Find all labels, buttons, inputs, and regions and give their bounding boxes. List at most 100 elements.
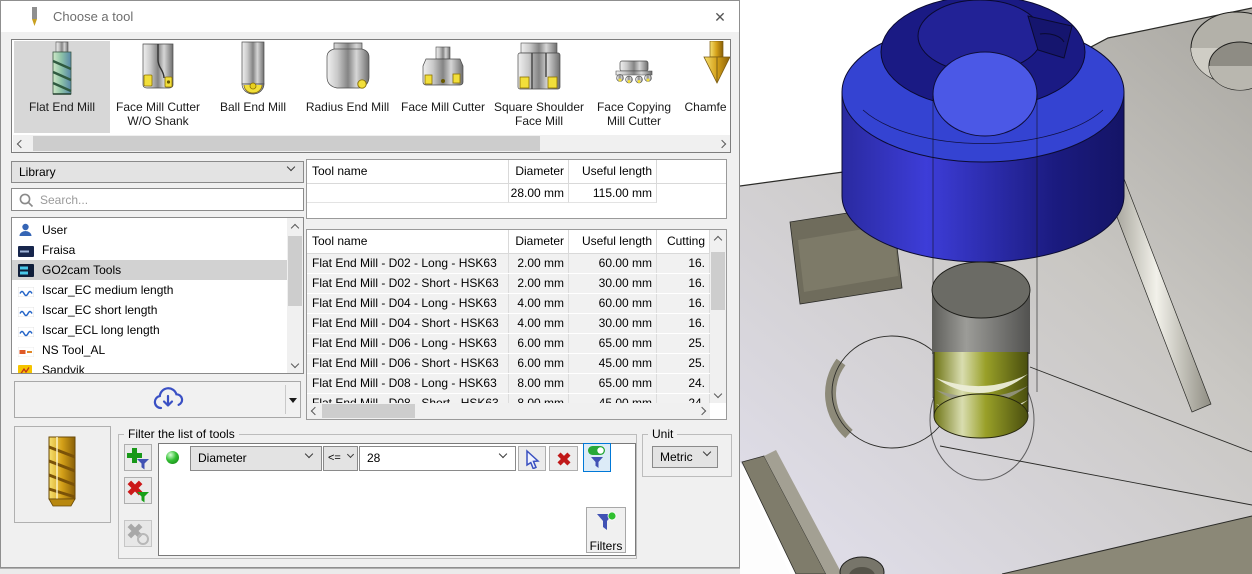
filters-button[interactable]: Filters (586, 507, 626, 553)
add-filter-button[interactable] (124, 444, 152, 471)
tools-table-rows: Flat End Mill - D02 - Long - HSK63 2.00 … (307, 254, 710, 403)
window-edge (0, 568, 740, 574)
selected-tool-useful-length: 115.00 mm (569, 184, 657, 203)
vscroll-thumb[interactable] (711, 252, 725, 310)
tool-type-ball-end-mill[interactable]: Ball End Mill (206, 41, 300, 133)
cell-cutting: 16. (657, 274, 710, 293)
tool-type-flat-end-mill[interactable]: Flat End Mill (14, 41, 110, 133)
tool-preview (14, 426, 111, 523)
delete-filter-row-button[interactable] (549, 446, 578, 471)
library-item-ns-tool-al[interactable]: NS Tool_AL (12, 340, 287, 360)
filter-group: Filter the list of tools Diameter <= 28 … (118, 427, 637, 559)
search-icon (19, 193, 34, 208)
scroll-up-icon[interactable] (287, 218, 303, 234)
cell-diameter: 6.00 mm (509, 334, 569, 353)
cursor-select-icon (525, 448, 540, 469)
library-item-iscar-ec-short[interactable]: Iscar_EC short length (12, 300, 287, 320)
filter-value-combo[interactable]: 28 (359, 446, 516, 471)
tool-type-strip: Flat End Mill Face Mill Cutter W/O Shank (11, 39, 731, 153)
dialog-titlebar[interactable]: Choose a tool ✕ (1, 1, 739, 32)
table-row[interactable]: Flat End Mill - D06 - Short - HSK63 6.00… (307, 354, 710, 373)
cell-useful-length: 65.00 mm (569, 374, 657, 393)
cell-tool-name: Flat End Mill - D08 - Long - HSK63 (307, 374, 509, 393)
scroll-left-icon[interactable] (307, 403, 323, 419)
tool-strip-hscrollbar[interactable] (13, 135, 730, 152)
table-row[interactable]: Flat End Mill - D08 - Long - HSK63 8.00 … (307, 374, 710, 393)
tool-type-face-mill-wo-shank[interactable]: Face Mill Cutter W/O Shank (110, 41, 206, 133)
tool-type-face-copying-mill-cutter[interactable]: Face Copying Mill Cutter (587, 41, 681, 133)
filter-field-select[interactable]: Diameter (190, 446, 322, 471)
tool-type-label: Radius End Mill (305, 100, 390, 114)
scroll-left-icon[interactable] (13, 135, 29, 152)
clear-filter-button-disabled[interactable] (124, 520, 152, 547)
search-box (11, 188, 304, 211)
tool-app-icon (32, 7, 37, 26)
column-header[interactable]: Cutting (657, 230, 710, 253)
hscroll-thumb[interactable] (322, 404, 415, 418)
download-menu-arrow-icon[interactable] (289, 398, 297, 403)
cell-diameter: 8.00 mm (509, 394, 569, 403)
table-row[interactable]: Flat End Mill - D06 - Long - HSK63 6.00 … (307, 334, 710, 353)
filter-active-dot (166, 451, 179, 464)
scroll-down-icon[interactable] (287, 357, 303, 373)
cell-tool-name: Flat End Mill - D06 - Short - HSK63 (307, 354, 509, 373)
scroll-right-icon[interactable] (714, 135, 730, 152)
cell-diameter: 2.00 mm (509, 254, 569, 273)
table-row[interactable]: Flat End Mill - D08 - Short - HSK63 8.00… (307, 394, 710, 403)
tool-type-label: Face Copying Mill Cutter (596, 100, 672, 128)
library-vscrollbar[interactable] (287, 218, 303, 373)
scroll-up-icon[interactable] (710, 230, 726, 246)
filter-operator-select[interactable]: <= (323, 446, 358, 471)
filter-list: Diameter <= 28 (158, 443, 636, 556)
chevron-down-icon (498, 449, 508, 459)
library-item-user[interactable]: User (12, 220, 287, 240)
gold-end-mill-preview-icon (48, 436, 76, 507)
tool-type-face-mill-cutter[interactable]: Face Mill Cutter (395, 41, 491, 133)
add-filter-icon (127, 447, 149, 469)
selected-tool-name (307, 184, 509, 203)
cell-tool-name: Flat End Mill - D08 - Short - HSK63 (307, 394, 509, 403)
library-item-iscar-ecl-long[interactable]: Iscar_ECL long length (12, 320, 287, 340)
cell-useful-length: 60.00 mm (569, 294, 657, 313)
divider (285, 385, 286, 414)
selected-tool-row[interactable]: 28.00 mm 115.00 mm (307, 184, 726, 203)
cell-tool-name: Flat End Mill - D02 - Short - HSK63 (307, 274, 509, 293)
library-item-iscar-ec-medium[interactable]: Iscar_EC medium length (12, 280, 287, 300)
tool-type-chamfer-mill[interactable]: Chamfe (681, 41, 730, 133)
tool-type-radius-end-mill[interactable]: Radius End Mill (300, 41, 395, 133)
library-item-go2cam-tools[interactable]: GO2cam Tools (12, 260, 287, 280)
tools-table-hscrollbar[interactable] (307, 403, 710, 419)
table-row[interactable]: Flat End Mill - D02 - Long - HSK63 2.00 … (307, 254, 710, 273)
filters-button-label: Filters (589, 539, 623, 553)
tools-table: Tool name Diameter Useful length Cutting… (306, 229, 727, 420)
unit-select[interactable]: Metric (652, 446, 718, 468)
vscroll-thumb[interactable] (288, 236, 302, 306)
remove-filter-button[interactable] (124, 477, 152, 504)
library-select-value: Library (19, 165, 56, 179)
tools-table-vscrollbar[interactable] (710, 230, 726, 403)
cad-3d-viewport[interactable] (740, 0, 1252, 574)
cell-cutting: 25. (657, 354, 710, 373)
library-item-sandvik[interactable]: Sandvik (12, 360, 287, 373)
scroll-right-icon[interactable] (694, 403, 710, 419)
library-select[interactable]: Library (11, 161, 304, 183)
search-input[interactable] (40, 190, 280, 209)
pick-value-button[interactable] (518, 446, 546, 471)
download-library-button[interactable] (14, 381, 301, 418)
table-row[interactable]: Flat End Mill - D04 - Long - HSK63 4.00 … (307, 294, 710, 313)
hscroll-thumb[interactable] (33, 136, 540, 151)
scroll-down-icon[interactable] (710, 387, 726, 403)
table-row[interactable]: Flat End Mill - D02 - Short - HSK63 2.00… (307, 274, 710, 293)
column-header[interactable]: Diameter (509, 230, 569, 253)
column-header[interactable]: Useful length (569, 230, 657, 253)
library-item-fraisa[interactable]: Fraisa (12, 240, 287, 260)
tool-type-square-shoulder-face-mill[interactable]: Square Shoulder Face Mill (491, 41, 587, 133)
cell-diameter: 8.00 mm (509, 374, 569, 393)
close-icon[interactable]: ✕ (707, 5, 733, 29)
table-row[interactable]: Flat End Mill - D04 - Short - HSK63 4.00… (307, 314, 710, 333)
tools-table-header[interactable]: Tool name Diameter Useful length Cutting (307, 230, 710, 254)
column-header[interactable]: Tool name (307, 230, 509, 253)
toggle-filter-button[interactable] (583, 443, 611, 472)
chevron-down-icon (286, 162, 296, 172)
selected-tool-diameter: 28.00 mm (509, 184, 569, 203)
